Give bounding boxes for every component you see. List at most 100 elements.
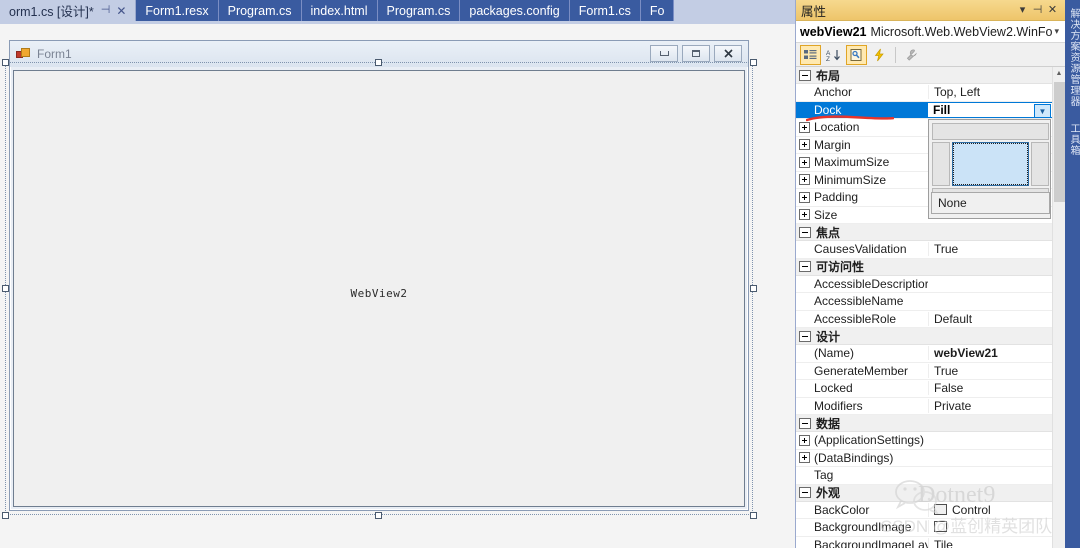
collapse-icon[interactable]: [799, 261, 811, 272]
dock-picker-dropdown[interactable]: None: [928, 119, 1051, 219]
property-expander[interactable]: [796, 191, 813, 203]
property-row[interactable]: (ApplicationSettings): [796, 432, 1052, 450]
editor-tab[interactable]: Form1.cs: [569, 0, 641, 21]
property-expander[interactable]: [796, 174, 813, 186]
webview2-control[interactable]: WebView2: [13, 70, 745, 507]
dock-zone-right[interactable]: [1031, 142, 1049, 186]
properties-page-button[interactable]: [846, 44, 867, 65]
panel-close-icon[interactable]: ✕: [1045, 4, 1060, 16]
tab-close-icon[interactable]: ✕: [116, 5, 126, 17]
dock-zone-fill[interactable]: [952, 142, 1029, 186]
properties-object-selector[interactable]: webView21 Microsoft.Web.WebView2.WinForr…: [796, 21, 1065, 43]
editor-tab[interactable]: Form1.resx: [136, 0, 219, 21]
property-grid[interactable]: 布局 Anchor Top, Left Dock Fill ▼ Location Margin…: [796, 67, 1052, 548]
dock-zone-left[interactable]: [932, 142, 950, 186]
collapse-icon[interactable]: [799, 487, 811, 498]
property-value[interactable]: Top, Left: [928, 85, 1052, 100]
editor-tab[interactable]: orm1.cs [设计]* ⊣ ✕: [0, 0, 137, 21]
property-value[interactable]: Fill ▼: [928, 102, 1052, 117]
editor-tab[interactable]: Program.cs: [218, 0, 302, 21]
property-value[interactable]: Default: [928, 311, 1052, 326]
scrollbar-thumb[interactable]: [1054, 82, 1065, 202]
collapse-icon[interactable]: [799, 330, 811, 342]
property-value[interactable]: Private: [928, 398, 1052, 413]
expand-icon[interactable]: [799, 139, 810, 151]
editor-tab[interactable]: packages.config: [460, 0, 570, 21]
property-row[interactable]: AccessibleName: [796, 293, 1052, 311]
property-row[interactable]: AccessibleDescriptior: [796, 276, 1052, 293]
close-button[interactable]: [714, 45, 742, 62]
events-button[interactable]: [869, 45, 890, 65]
collapsed-tool-window-tab[interactable]: 解决方案资源管理器: [1065, 0, 1080, 115]
editor-tab[interactable]: index.html: [301, 0, 378, 21]
property-category-label: 设计: [816, 329, 841, 344]
property-row[interactable]: BackgroundImage: [796, 519, 1052, 537]
property-row[interactable]: Tag: [796, 467, 1052, 485]
expand-icon[interactable]: [799, 209, 810, 221]
property-value[interactable]: Control: [928, 502, 1052, 517]
property-value[interactable]: True: [928, 242, 1052, 257]
property-expander[interactable]: [796, 139, 813, 151]
properties-toolbar[interactable]: A Z: [796, 43, 1065, 67]
property-category-header[interactable]: 布局: [796, 67, 1052, 84]
expand-icon[interactable]: [799, 452, 810, 464]
expand-icon[interactable]: [799, 191, 810, 203]
collapsed-tool-windows[interactable]: 解决方案资源管理器 工具箱: [1065, 0, 1080, 548]
property-expander[interactable]: [796, 452, 813, 464]
expand-icon[interactable]: [799, 434, 810, 446]
property-row[interactable]: BackColor Control: [796, 502, 1052, 519]
form-designer-window[interactable]: Form1 WebView2: [9, 40, 749, 511]
property-row[interactable]: GenerateMember True: [796, 363, 1052, 380]
property-row[interactable]: AccessibleRole Default: [796, 311, 1052, 328]
property-expander[interactable]: [796, 434, 813, 446]
collapse-icon[interactable]: [799, 417, 811, 429]
collapsed-tool-window-tab[interactable]: 工具箱: [1065, 115, 1080, 164]
property-category-header[interactable]: 外观: [796, 484, 1052, 502]
property-expander[interactable]: [796, 121, 813, 133]
property-row[interactable]: Dock Fill ▼: [796, 101, 1052, 119]
property-expander[interactable]: [796, 156, 813, 168]
panel-pin-icon[interactable]: ⊣: [1030, 4, 1045, 16]
property-value[interactable]: webView21: [928, 346, 1052, 361]
expand-icon[interactable]: [799, 156, 810, 168]
property-category-header[interactable]: 可访问性: [796, 258, 1052, 276]
property-row[interactable]: BackgroundImageLayoutTile: [796, 537, 1052, 548]
property-row[interactable]: (DataBindings): [796, 450, 1052, 467]
minimize-button[interactable]: [650, 45, 678, 62]
editor-tab[interactable]: Program.cs: [377, 0, 461, 21]
property-value[interactable]: False: [928, 381, 1052, 396]
property-value[interactable]: True: [928, 363, 1052, 378]
property-row[interactable]: Modifiers Private: [796, 398, 1052, 415]
property-category-header[interactable]: 数据: [796, 415, 1052, 432]
property-row[interactable]: CausesValidation True: [796, 241, 1052, 259]
property-grid-scrollbar[interactable]: ▲: [1052, 67, 1065, 548]
expand-icon[interactable]: [799, 174, 810, 186]
property-category-header[interactable]: 设计: [796, 328, 1052, 345]
scrollbar-up-arrow[interactable]: ▲: [1053, 67, 1065, 80]
form-window-buttons[interactable]: [650, 45, 742, 62]
editor-tab-strip[interactable]: orm1.cs [设计]* ⊣ ✕ Form1.resx Program.cs index…: [0, 0, 795, 21]
collapse-icon[interactable]: [799, 226, 811, 238]
dock-dropdown-button[interactable]: ▼: [1034, 103, 1051, 117]
property-expander[interactable]: [796, 209, 813, 221]
expand-icon[interactable]: [799, 121, 810, 133]
form-designer-canvas[interactable]: Form1 WebView2: [0, 24, 795, 548]
property-row[interactable]: Anchor Top, Left: [796, 84, 1052, 102]
tab-pin-icon[interactable]: ⊣: [101, 5, 111, 16]
editor-tab[interactable]: Fo: [640, 0, 675, 21]
chevron-down-icon[interactable]: ▾: [1052, 26, 1061, 37]
collapse-icon[interactable]: [799, 69, 811, 81]
categorized-view-button[interactable]: [800, 44, 821, 65]
alphabetical-sort-button[interactable]: A Z: [823, 45, 844, 65]
property-value[interactable]: Tile: [928, 537, 1052, 548]
panel-dropdown-icon[interactable]: ▾: [1015, 4, 1030, 16]
property-name: Modifiers: [814, 398, 863, 413]
dock-zone-none[interactable]: None: [931, 192, 1050, 214]
property-row[interactable]: Locked False: [796, 380, 1052, 398]
property-value[interactable]: [928, 520, 1052, 535]
property-row[interactable]: (Name) webView21: [796, 345, 1052, 363]
dock-zone-top[interactable]: [932, 123, 1049, 140]
maximize-button[interactable]: [682, 45, 710, 62]
editor-tab-label: index.html: [310, 3, 368, 18]
property-category-header[interactable]: 焦点: [796, 224, 1052, 241]
